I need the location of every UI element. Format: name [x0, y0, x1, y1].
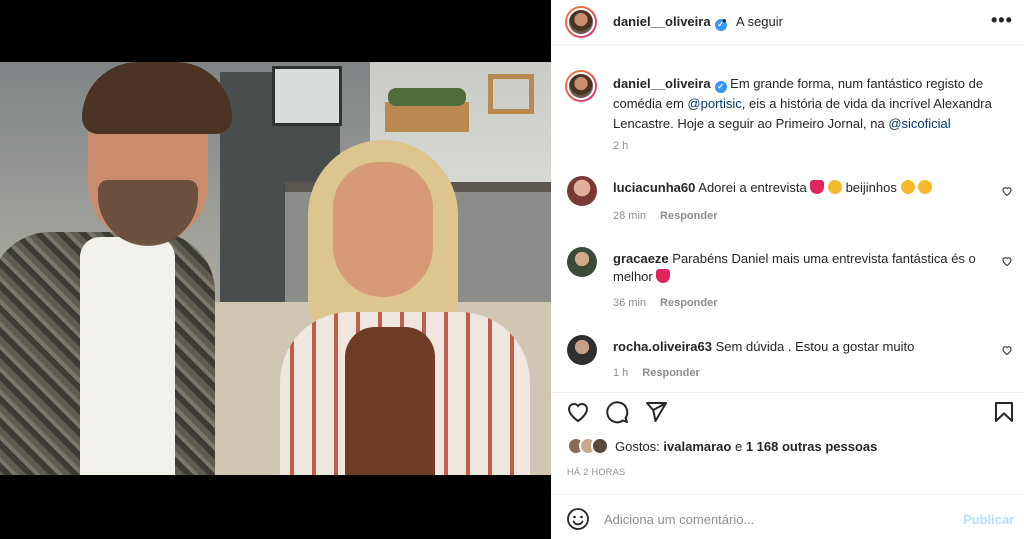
- save-bookmark-icon[interactable]: [992, 400, 1016, 424]
- like-comment-heart-icon[interactable]: [1001, 255, 1013, 267]
- commenter-username[interactable]: luciacunha60: [613, 180, 695, 195]
- post-timestamp[interactable]: HÁ 2 HORAS: [567, 467, 626, 477]
- reply-button[interactable]: Responder: [642, 367, 699, 379]
- kiss-emoji-icon: [918, 180, 933, 194]
- like-heart-icon[interactable]: [566, 400, 590, 424]
- separator-dot: •: [722, 13, 727, 28]
- mention-link[interactable]: @sicoficial: [888, 116, 950, 131]
- comment-text: rocha.oliveira63 Sem dúvida . Estou a go…: [613, 339, 915, 354]
- comment-time[interactable]: 1 h: [613, 367, 628, 379]
- heart-eyes-emoji-icon: [827, 180, 842, 194]
- commenter-avatar[interactable]: [567, 176, 597, 206]
- share-send-icon[interactable]: [644, 400, 668, 424]
- mention-link[interactable]: @portisic: [687, 96, 741, 111]
- comment-input[interactable]: Adiciona um comentário...: [604, 512, 754, 527]
- verified-badge-icon: ✓: [714, 81, 727, 93]
- likes-text: Gostos: ivalamarao e 1 168 outras pessoa…: [615, 438, 878, 454]
- add-comment-bar: Adiciona um comentário... Publicar: [551, 494, 1024, 539]
- likes-others-link[interactable]: 1 168 outras pessoas: [746, 439, 878, 454]
- caption-timestamp[interactable]: 2 h: [613, 140, 628, 152]
- reply-button[interactable]: Responder: [660, 210, 717, 222]
- caption-text: daniel__oliveira ✓ Em grande forma, num f…: [613, 76, 992, 131]
- comment-meta: 36 min Responder: [613, 297, 718, 309]
- like-comment-heart-icon[interactable]: [1001, 185, 1013, 197]
- post-actions-bar: [551, 392, 1024, 428]
- post-media[interactable]: [0, 0, 551, 539]
- emoji-picker-icon[interactable]: [566, 507, 590, 531]
- more-options-icon[interactable]: •••: [991, 10, 1013, 31]
- caption-username[interactable]: daniel__oliveira ✓: [613, 76, 727, 93]
- heart-emoji-icon: [810, 180, 825, 194]
- comment-time[interactable]: 28 min: [613, 210, 646, 222]
- commenter-avatar[interactable]: [567, 247, 597, 277]
- liker-username[interactable]: ivalamarao: [663, 439, 731, 454]
- comment-icon[interactable]: [605, 400, 629, 424]
- follow-status-button[interactable]: A seguir: [736, 14, 783, 29]
- post-header: daniel__oliveira ✓ • A seguir •••: [551, 0, 1024, 45]
- author-username[interactable]: daniel__oliveira ✓: [613, 14, 727, 31]
- commenter-avatar[interactable]: [567, 335, 597, 365]
- post-photo[interactable]: [0, 62, 551, 475]
- commenter-username[interactable]: rocha.oliveira63: [613, 339, 712, 354]
- comment-meta: 1 h Responder: [613, 367, 700, 379]
- post-side-panel: daniel__oliveira ✓ • A seguir ••• daniel_…: [551, 0, 1024, 539]
- kiss-emoji-icon: [900, 180, 915, 194]
- heart-emoji-icon: [656, 269, 671, 283]
- comment-text: luciacunha60 Adorei a entrevista beijinh…: [613, 179, 983, 197]
- like-comment-heart-icon[interactable]: [1001, 344, 1013, 356]
- likes-summary: Gostos: ivalamarao e 1 168 outras pessoa…: [567, 437, 877, 455]
- comment-meta: 28 min Responder: [613, 210, 718, 222]
- reply-button[interactable]: Responder: [660, 297, 717, 309]
- author-avatar[interactable]: [565, 6, 597, 38]
- comment-text: gracaeze Parabéns Daniel mais uma entrev…: [613, 251, 976, 284]
- publish-button[interactable]: Publicar: [963, 512, 1014, 527]
- caption-author-avatar[interactable]: [565, 70, 597, 102]
- liker-avatar: [591, 437, 609, 455]
- comment-time[interactable]: 36 min: [613, 297, 646, 309]
- commenter-username[interactable]: gracaeze: [613, 251, 669, 266]
